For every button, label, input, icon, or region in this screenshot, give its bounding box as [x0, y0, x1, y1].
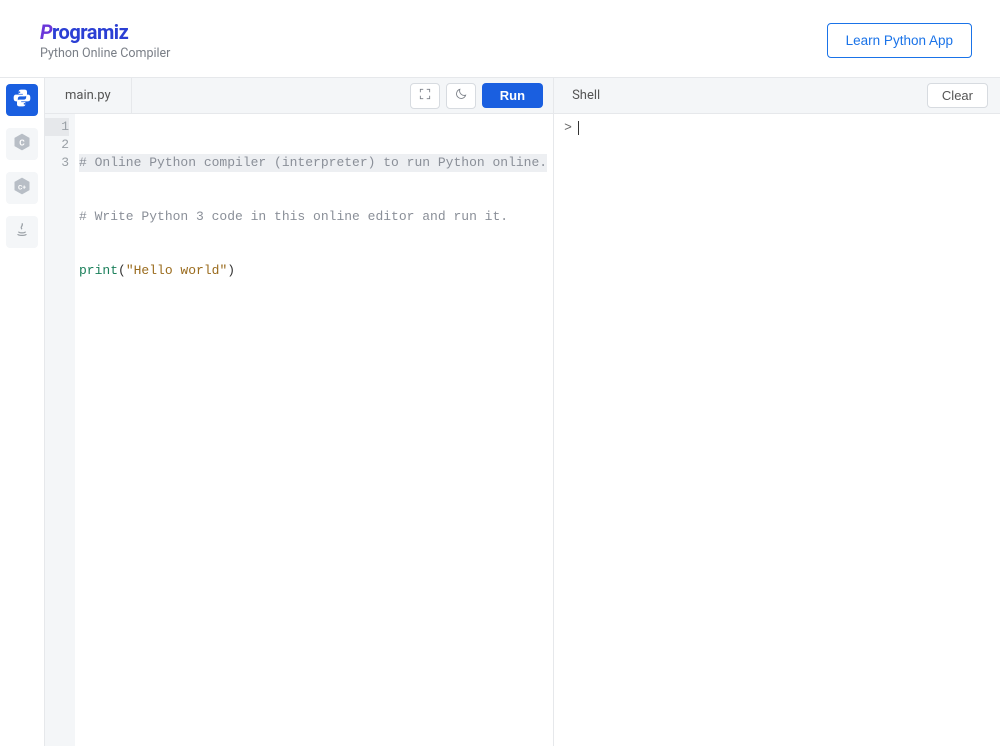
header: Programiz Python Online Compiler Learn P… [0, 0, 1000, 78]
file-tab[interactable]: main.py [45, 78, 132, 113]
sidebar-item-python[interactable] [6, 84, 38, 116]
svg-text:C: C [19, 138, 25, 148]
line-number: 3 [45, 154, 69, 172]
shell-cursor [578, 121, 579, 135]
shell-toolbar: Shell Clear [554, 78, 1000, 114]
shell-pane: Shell Clear > [553, 78, 1000, 746]
java-icon [12, 220, 32, 244]
c-icon: C [12, 132, 32, 156]
shell-label: Shell [554, 88, 618, 103]
svg-text:C+: C+ [18, 183, 26, 191]
shell-output[interactable]: > [554, 114, 1000, 746]
run-button[interactable]: Run [482, 83, 543, 108]
line-number: 2 [45, 136, 69, 154]
fullscreen-icon [418, 86, 432, 105]
sidebar-item-c[interactable]: C [6, 128, 38, 160]
cpp-icon: C+ [12, 176, 32, 200]
shell-prompt: > [564, 120, 572, 135]
line-gutter: 1 2 3 [45, 114, 75, 746]
logo-prefix: P [40, 20, 52, 44]
code-line: # Online Python compiler (interpreter) t… [79, 154, 547, 172]
moon-icon [454, 86, 468, 105]
brand: Programiz Python Online Compiler [40, 20, 170, 61]
theme-toggle-button[interactable] [446, 83, 476, 109]
code-editor[interactable]: 1 2 3 # Online Python compiler (interpre… [45, 114, 553, 746]
line-number: 1 [45, 118, 69, 136]
clear-button[interactable]: Clear [927, 83, 988, 108]
fullscreen-button[interactable] [410, 83, 440, 109]
python-icon [12, 88, 32, 112]
sidebar-item-java[interactable] [6, 216, 38, 248]
logo-text: rogramiz [52, 20, 128, 44]
learn-python-button[interactable]: Learn Python App [827, 23, 972, 58]
sidebar-item-cpp[interactable]: C+ [6, 172, 38, 204]
file-tab-label: main.py [65, 88, 111, 103]
editor-toolbar: main.py Run [45, 78, 553, 114]
code-area[interactable]: # Online Python compiler (interpreter) t… [75, 114, 553, 746]
page-subtitle: Python Online Compiler [40, 46, 170, 61]
editor-pane: main.py Run 1 2 [44, 78, 553, 746]
code-line: # Write Python 3 code in this online edi… [79, 208, 547, 226]
language-sidebar: C C+ [0, 78, 44, 746]
logo[interactable]: Programiz [40, 20, 170, 44]
code-line: print("Hello world") [79, 262, 547, 280]
